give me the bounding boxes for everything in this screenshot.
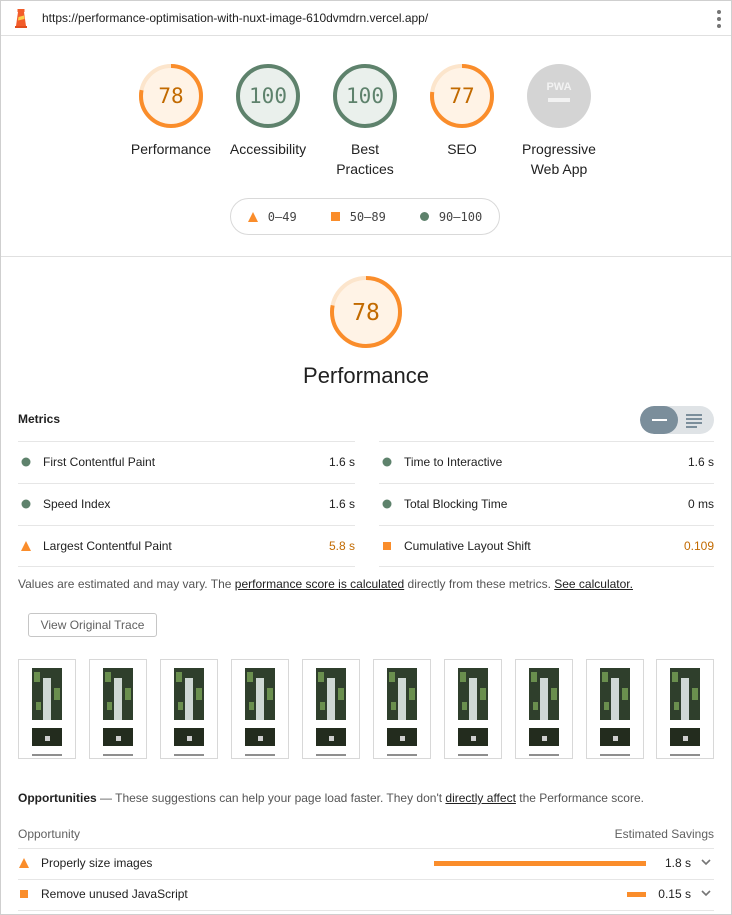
gauge-pwa-label: Progressive Web App: [522, 141, 596, 177]
col-opportunity: Opportunity: [18, 826, 81, 841]
filmstrip-frame: [586, 659, 644, 759]
gauge-accessibility[interactable]: 100 Accessibility: [219, 62, 317, 159]
metric-total-blocking-time: Total Blocking Time 0 ms: [379, 483, 714, 524]
triangle-icon: [247, 211, 258, 222]
gauge-accessibility-label: Accessibility: [229, 141, 307, 157]
gauge-best-practices-label: Best Practices: [336, 141, 394, 177]
metric-time-to-interactive: Time to Interactive 1.6 s: [379, 441, 714, 482]
lighthouse-logo-icon: [15, 9, 27, 28]
gauge-performance[interactable]: 78 Performance: [122, 62, 220, 159]
gauge-performance-score: 78: [158, 84, 183, 108]
see-calculator-link[interactable]: See calculator.: [554, 577, 633, 591]
url-bar: https://performance-optimisation-with-nu…: [1, 1, 731, 36]
gauge-accessibility-ring: 100: [236, 64, 300, 128]
legend-average: 50–89: [330, 210, 386, 224]
compact-view-icon[interactable]: [640, 406, 678, 434]
average-square-icon: [20, 890, 28, 898]
pass-circle-icon: [382, 457, 392, 467]
gauge-performance-ring: 78: [139, 64, 203, 128]
opportunity-properly-size-images[interactable]: Properly size images 1.8 s: [18, 848, 714, 880]
filmstrip-frame: [89, 659, 147, 759]
savings-bar: [627, 892, 646, 897]
legend-pass: 90–100: [419, 210, 482, 224]
fail-triangle-icon: [21, 541, 31, 551]
gauge-best-practices-score: 100: [346, 84, 384, 108]
gauge-performance-label: Performance: [130, 141, 212, 157]
metric-first-contentful-paint: First Contentful Paint 1.6 s: [18, 441, 355, 482]
filmstrip-frame: [656, 659, 714, 759]
filmstrip-frame: [444, 659, 502, 759]
metrics-note: Values are estimated and may vary. The p…: [18, 577, 633, 591]
directly-affect-link[interactable]: directly affect: [445, 791, 515, 805]
performance-big-gauge: 78: [328, 274, 404, 353]
metrics-heading: Metrics: [18, 412, 61, 426]
metric-cumulative-layout-shift: Cumulative Layout Shift 0.109: [379, 525, 714, 567]
gauge-seo[interactable]: 77 SEO: [413, 62, 511, 159]
pwa-badge-icon: PWA: [527, 64, 591, 128]
gauge-best-practices-ring: 100: [333, 64, 397, 128]
gauge-pwa[interactable]: PWA Progressive Web App: [510, 62, 608, 179]
report-url[interactable]: https://performance-optimisation-with-nu…: [42, 11, 428, 25]
filmstrip-frame: [515, 659, 573, 759]
pass-circle-icon: [21, 457, 31, 467]
metrics-view-toggle[interactable]: [640, 406, 714, 434]
score-scale-legend: 0–49 50–89 90–100: [230, 198, 500, 235]
filmstrip-frame: [373, 659, 431, 759]
gauge-seo-ring: 77: [430, 64, 494, 128]
gauge-accessibility-score: 100: [249, 84, 287, 108]
gauge-seo-label: SEO: [447, 141, 477, 157]
average-square-icon: [383, 542, 391, 550]
opportunities-header: Opportunities — These suggestions can he…: [18, 791, 644, 805]
performance-title: Performance: [303, 363, 429, 388]
filmstrip-frame: [18, 659, 76, 759]
opportunity-remove-unused-javascript[interactable]: Remove unused JavaScript 0.15 s: [18, 879, 714, 911]
performance-big-score: 78: [352, 300, 380, 326]
gauge-best-practices[interactable]: 100 Best Practices: [316, 62, 414, 179]
performance-big-ring: 78: [330, 276, 402, 348]
gauge-seo-score: 77: [449, 84, 474, 108]
filmstrip-frame: [302, 659, 360, 759]
opportunities-column-header: Opportunity Estimated Savings: [18, 819, 714, 849]
circle-icon: [419, 212, 429, 221]
pass-circle-icon: [21, 499, 31, 509]
report-frame: https://performance-optimisation-with-nu…: [0, 0, 732, 915]
savings-bar: [434, 861, 646, 866]
filmstrip-frame: [231, 659, 289, 759]
opportunities-title: Opportunities: [18, 791, 97, 805]
legend-fail: 0–49: [247, 210, 297, 224]
square-icon: [330, 212, 340, 221]
section-divider: [1, 256, 731, 257]
more-options-icon[interactable]: [713, 10, 725, 28]
pass-circle-icon: [382, 499, 392, 509]
metric-speed-index: Speed Index 1.6 s: [18, 483, 355, 524]
chevron-down-icon[interactable]: [700, 856, 712, 868]
pwa-badge-text: PWA: [546, 81, 571, 93]
score-calculated-link[interactable]: performance score is calculated: [235, 577, 404, 591]
fail-triangle-icon: [19, 858, 29, 868]
metric-largest-contentful-paint: Largest Contentful Paint 5.8 s: [18, 525, 355, 567]
filmstrip-frame: [160, 659, 218, 759]
view-original-trace-button[interactable]: View Original Trace: [28, 613, 157, 637]
chevron-down-icon[interactable]: [700, 887, 712, 899]
col-estimated-savings: Estimated Savings: [614, 826, 714, 841]
